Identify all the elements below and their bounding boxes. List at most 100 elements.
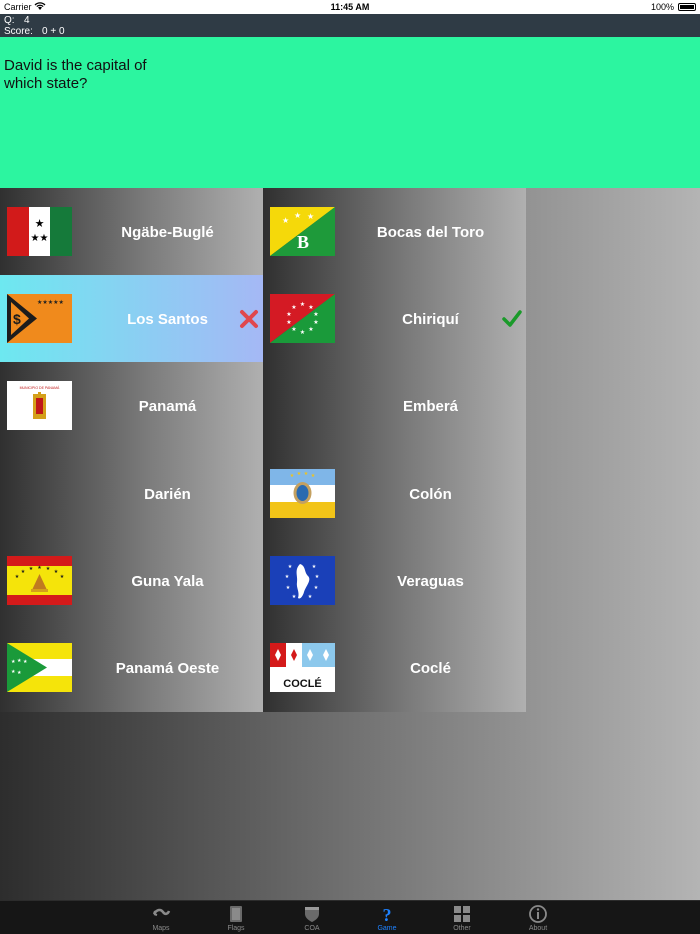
tab-maps[interactable]: Maps [136,904,186,934]
veraguas-flag: ★ ★ ★ ★ ★ ★ ★ ★ [270,556,335,605]
battery-percent: 100% [650,2,674,12]
tab-label: COA [304,925,320,932]
score-label: Score: [4,26,33,37]
answer-panama-oeste[interactable]: ★ ★ ★ ★ ★ Panamá Oeste [0,624,263,712]
tab-label: Flags [227,925,245,932]
answer-veraguas[interactable]: ★ ★ ★ ★ ★ ★ ★ ★ Veraguas [263,537,526,625]
tab-label: Game [377,925,397,932]
answer-embera[interactable]: Emberá [263,362,526,450]
svg-text:★★★★★: ★★★★★ [37,299,64,306]
svg-text:★: ★ [286,311,291,318]
other-icon [454,906,470,922]
svg-text:★: ★ [11,659,16,665]
svg-text:★: ★ [314,585,319,591]
svg-text:★: ★ [15,574,20,580]
svg-text:★: ★ [315,574,320,580]
svg-text:★: ★ [292,594,297,600]
svg-text:★: ★ [37,565,42,571]
question-number-value: 4 [24,15,30,26]
svg-text:★: ★ [40,233,49,244]
svg-text:★: ★ [297,471,302,477]
maps-icon [152,908,171,916]
game-icon: ? [383,905,392,924]
svg-text:★: ★ [21,569,26,575]
svg-text:?: ? [383,905,392,924]
svg-text:★: ★ [288,564,293,570]
answer-label: Bocas del Toro [376,223,485,241]
svg-text:★: ★ [286,585,291,591]
tab-label: About [528,925,548,932]
svg-text:★: ★ [313,319,318,326]
svg-text:★: ★ [300,301,305,308]
svg-text:★: ★ [11,669,16,675]
svg-text:★: ★ [304,471,309,477]
svg-text:★: ★ [294,211,301,220]
answer-label: Emberá [402,397,459,415]
svg-text:★: ★ [308,304,313,311]
tab-flags[interactable]: Flags [211,904,261,934]
panama-flag-text: MUNICIPIO DE PANAMÁ [20,386,60,390]
chiriqui-flag: ★ ★ ★ ★ ★ ★ ★ ★ ★ ★ [270,294,335,343]
answer-label: Chiriquí [402,310,459,328]
svg-text:★: ★ [308,326,313,333]
los-santos-flag: $ ★★★★★ [7,294,72,343]
svg-text:★: ★ [291,326,296,333]
tab-label: Maps [152,925,170,932]
tab-game[interactable]: ? Game [362,904,412,934]
answer-colon[interactable]: ★ ★ ★ ★ Colón [263,450,526,538]
wrong-x-icon [240,310,258,328]
tab-other[interactable]: Other [437,904,487,934]
svg-text:★: ★ [312,564,317,570]
answer-chiriqui[interactable]: ★ ★ ★ ★ ★ ★ ★ ★ ★ ★ Chiriquí [263,275,526,363]
svg-text:★: ★ [282,216,289,225]
svg-text:★: ★ [31,233,40,244]
question-text: David is the capital of which state? [4,57,147,92]
answer-cocle[interactable]: COCLÉ Coclé [263,624,526,712]
svg-text:★: ★ [290,473,295,479]
answer-label: Colón [409,485,452,503]
answer-los-santos[interactable]: $ ★★★★★ Los Santos [0,275,263,363]
svg-text:★: ★ [60,574,65,580]
ngabe-bugle-flag: ★ ★ ★ [7,207,72,256]
status-bar: Carrier 11:45 AM 100% [0,0,700,14]
answer-label: Panamá [138,397,197,415]
svg-text:★: ★ [285,574,290,580]
svg-text:★: ★ [17,670,22,676]
answer-label: Ngäbe-Buglé [121,223,214,241]
svg-text:★: ★ [291,304,296,311]
answer-ngabe-bugle[interactable]: ★ ★ ★ Ngäbe-Buglé [0,188,263,276]
tab-about[interactable]: About [513,904,563,934]
tab-coa[interactable]: COA [287,904,337,934]
svg-text:★: ★ [17,658,22,664]
panama-oeste-flag: ★ ★ ★ ★ ★ [7,643,72,692]
answer-guna-yala[interactable]: ★ ★ ★ ★ ★ ★ ★ Guna Yala [0,537,263,625]
svg-text:★: ★ [23,659,28,665]
answer-label: Los Santos [127,310,208,328]
colon-flag: ★ ★ ★ ★ [270,469,335,518]
svg-text:★: ★ [54,569,59,575]
answer-panama[interactable]: MUNICIPIO DE PANAMÁ Panamá [0,362,263,450]
answer-label: Coclé [410,659,451,677]
answer-label: Darién [144,485,191,503]
answer-darien[interactable]: Darién [0,450,263,538]
about-icon [529,905,547,923]
tab-label: Other [453,925,471,932]
flags-icon [230,906,242,922]
panama-flag: MUNICIPIO DE PANAMÁ [7,381,72,430]
correct-check-icon [502,310,522,327]
answer-bocas-del-toro[interactable]: ★ ★ ★ B Bocas del Toro [263,188,526,276]
svg-text:★: ★ [311,473,316,479]
svg-text:$: $ [13,311,21,327]
svg-text:★: ★ [286,319,291,326]
battery-icon [678,3,696,11]
clock: 11:45 AM [330,2,370,12]
svg-text:★: ★ [35,218,45,230]
svg-text:★: ★ [308,594,313,600]
answer-label: Guna Yala [131,572,204,590]
svg-text:★: ★ [46,566,51,572]
tab-bar: Maps Flags COA ? Game Other About [0,900,700,934]
svg-text:★: ★ [300,329,305,336]
score-bar: Q: 4 Score: 0 + 0 [0,14,700,37]
score-value: 0 + 0 [42,26,65,37]
svg-text:★: ★ [313,311,318,318]
